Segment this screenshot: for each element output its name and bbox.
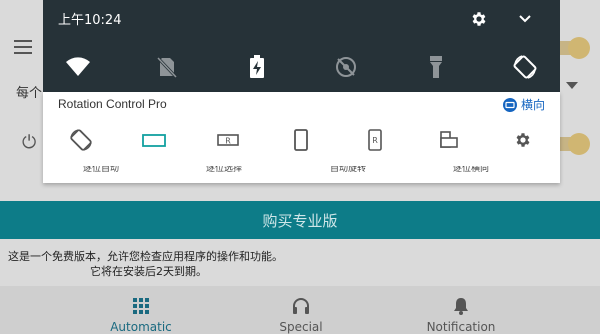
- buy-pro-label: 购买专业版: [262, 211, 338, 230]
- sensor-orientation-icon: [440, 131, 458, 148]
- button-label: 逐位横向: [453, 166, 490, 174]
- notification-app-name: Rotation Control Pro: [58, 97, 167, 111]
- portrait-button[interactable]: [287, 128, 315, 152]
- button-label: 逐位自动: [83, 166, 120, 174]
- flashlight-icon: [430, 56, 442, 78]
- status-time: 上午10:24: [58, 13, 122, 28]
- button-labels-row: 逐位自动 逐位选择 自动旋转 逐位横向 •: [43, 166, 560, 178]
- button-label: 逐位选择: [206, 166, 243, 174]
- power-icon: ⏻: [22, 132, 37, 153]
- location-off-icon: [336, 57, 356, 77]
- buy-pro-button[interactable]: 购买专业版: [0, 201, 600, 239]
- auto-rotate-tile[interactable]: [512, 54, 538, 80]
- grid-icon: [133, 298, 149, 314]
- settings-gear-icon: [516, 133, 530, 147]
- nav-special[interactable]: Special: [226, 286, 376, 334]
- battery-charging-icon: [250, 55, 264, 78]
- current-mode-label: 横向: [520, 98, 545, 112]
- no-sim-tile[interactable]: [154, 54, 180, 80]
- bottom-navigation: Automatic Special Notification: [0, 286, 600, 334]
- auto-rotate-button[interactable]: [67, 128, 95, 152]
- free-version-info: 这是一个免费版本，允许您检查应用程序的操作和功能。 它将在安装后2天到期。: [8, 249, 283, 279]
- nav-automatic[interactable]: Automatic: [66, 286, 216, 334]
- portrait-icon: [294, 129, 308, 151]
- svg-text:R: R: [225, 137, 231, 146]
- landscape-mode-icon: [502, 97, 517, 112]
- landscape-icon: [142, 134, 166, 147]
- menu-icon[interactable]: [14, 40, 32, 54]
- svg-text:R: R: [372, 136, 378, 145]
- landscape-button[interactable]: [139, 128, 169, 152]
- auto-rotate-icon: [70, 129, 92, 151]
- dropdown-arrow-icon[interactable]: [566, 82, 578, 89]
- battery-saver-tile[interactable]: [244, 54, 270, 80]
- nav-notification-label: Notification: [426, 320, 496, 334]
- setting-label: 每个: [16, 86, 43, 101]
- rotation-control-notification[interactable]: Rotation Control Pro 横向 R R 逐位自动 逐位选择 自动…: [43, 92, 560, 183]
- flashlight-tile[interactable]: [423, 54, 449, 80]
- current-mode-indicator: 横向: [502, 96, 545, 113]
- button-label: 自动旋转: [330, 166, 367, 174]
- wifi-icon: [66, 57, 90, 76]
- reverse-landscape-icon: R: [217, 134, 239, 146]
- headphones-icon: [293, 298, 309, 314]
- wifi-tile[interactable]: [65, 54, 91, 80]
- location-off-tile[interactable]: [333, 54, 359, 80]
- auto-rotate-icon: [513, 55, 537, 79]
- nav-notification[interactable]: Notification: [386, 286, 536, 334]
- button-label: •: [542, 166, 548, 171]
- notification-settings-button[interactable]: [509, 128, 537, 152]
- chevron-down-icon[interactable]: [518, 12, 532, 26]
- nav-automatic-label: Automatic: [110, 320, 172, 334]
- reverse-landscape-button[interactable]: R: [214, 128, 242, 152]
- no-sim-icon: [157, 56, 177, 78]
- sensor-landscape-button[interactable]: [435, 128, 463, 152]
- nav-special-label: Special: [279, 320, 323, 334]
- settings-gear-icon[interactable]: [470, 10, 488, 28]
- bell-icon: [454, 298, 468, 315]
- reverse-portrait-button[interactable]: R: [361, 128, 389, 152]
- reverse-portrait-icon: R: [368, 129, 382, 151]
- info-line-2: 它将在安装后2天到期。: [90, 265, 207, 278]
- notification-shade: 上午10:24: [43, 0, 560, 92]
- info-line-1: 这是一个免费版本，允许您检查应用程序的操作和功能。: [8, 250, 283, 263]
